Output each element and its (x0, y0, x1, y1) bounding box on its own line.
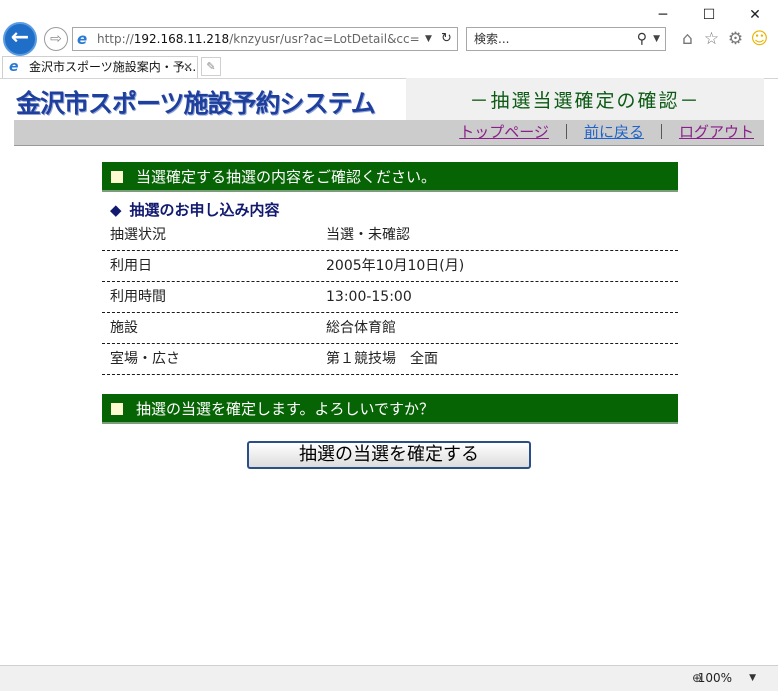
smiley-icon[interactable]: ☺ (750, 28, 769, 50)
link-separator: ｜ (558, 123, 574, 141)
site-logo: 金沢市スポーツ施設予約システム (16, 89, 376, 118)
home-icon[interactable]: ⌂ (678, 28, 697, 50)
confirm-winning-button[interactable]: 抽選の当選を確定する (247, 441, 531, 469)
back-button[interactable]: ← (3, 22, 37, 56)
forward-arrow-icon: ⇨ (50, 31, 62, 47)
search-input[interactable]: 検索... (474, 28, 509, 50)
square-bullet-icon (111, 403, 123, 415)
star-icon[interactable]: ☆ (702, 28, 721, 50)
detail-row-facility: 施設 総合体育館 (102, 313, 678, 344)
url-path: /knzyusr/usr?ac=LotDetail&cc=172010& (229, 32, 421, 46)
detail-label: 施設 (110, 320, 138, 336)
detail-row-usage-date: 利用日 2005年10月10日(月) (102, 251, 678, 282)
tab-title: 金沢市スポーツ施設案内・予... (29, 60, 197, 74)
detail-label: 室場・広さ (110, 351, 180, 367)
section-header-confirm-content: 当選確定する抽選の内容をご確認ください。 (102, 162, 678, 192)
diamond-bullet-icon: ◆ (110, 201, 122, 219)
detail-label: 抽選状況 (110, 227, 166, 243)
section-header-confirm-question: 抽選の当選を確定します。よろしいですか？ (102, 394, 678, 424)
zoom-dropdown-icon[interactable]: ▼ (749, 666, 756, 690)
address-dropdown-icon[interactable]: ▼ (425, 28, 432, 50)
page-title: －抽選当選確定の確認－ (469, 90, 701, 112)
detail-value: 2005年10月10日(月) (326, 258, 465, 274)
detail-label: 利用日 (110, 258, 152, 274)
forward-button[interactable]: ⇨ (44, 27, 68, 51)
ie-logo-icon: e (9, 59, 19, 75)
detail-row-usage-time: 利用時間 13:00-15:00 (102, 282, 678, 313)
new-tab-icon: ✎ (206, 60, 216, 73)
subheading: ◆ 抽選のお申し込み内容 (110, 200, 280, 220)
search-box[interactable]: 検索... ⚲ ▼ (466, 27, 666, 51)
browser-tab[interactable]: e 金沢市スポーツ施設案内・予... ✕ (2, 56, 198, 78)
search-dropdown-icon[interactable]: ▼ (653, 28, 660, 50)
browser-navbar: ← ⇨ e http://192.168.11.218/knzyusr/usr?… (0, 22, 778, 56)
address-url[interactable]: http://192.168.11.218/knzyusr/usr?ac=Lot… (97, 28, 421, 50)
site-logo-area: 金沢市スポーツ施設予約システム (14, 82, 406, 119)
back-link[interactable]: 前に戻る (584, 123, 644, 141)
tab-close-icon[interactable]: ✕ (183, 57, 193, 77)
back-arrow-icon: ← (10, 25, 30, 50)
detail-value: 総合体育館 (326, 320, 396, 336)
link-separator: ｜ (653, 123, 669, 141)
detail-row-room-size: 室場・広さ 第１競技場 全面 (102, 344, 678, 375)
zoom-level[interactable]: 100% (698, 666, 732, 690)
magnifier-icon[interactable]: ⚲ (637, 28, 647, 50)
page-title-area: －抽選当選確定の確認－ (406, 78, 764, 120)
status-bar: ⊕ 100% ▼ (0, 665, 778, 691)
address-bar[interactable]: e http://192.168.11.218/knzyusr/usr?ac=L… (72, 27, 458, 51)
detail-value: 13:00-15:00 (326, 289, 412, 305)
square-bullet-icon (111, 171, 123, 183)
url-host: 192.168.11.218 (133, 32, 230, 46)
link-bar: トップページ ｜ 前に戻る ｜ ログアウト (14, 120, 764, 146)
section-title: 当選確定する抽選の内容をご確認ください。 (136, 168, 437, 186)
nav-links: トップページ ｜ 前に戻る ｜ ログアウト (459, 120, 754, 145)
detail-label: 利用時間 (110, 289, 166, 305)
detail-value: 当選・未確認 (326, 227, 410, 243)
section-title: 抽選の当選を確定します。よろしいですか？ (136, 400, 435, 418)
url-scheme: http:// (97, 32, 134, 46)
new-tab-button[interactable]: ✎ (201, 57, 221, 76)
subheading-text: 抽選のお申し込み内容 (129, 201, 280, 219)
tab-strip: e 金沢市スポーツ施設案内・予... ✕ ✎ (0, 56, 778, 79)
toolbar-icons: ⌂ ☆ ⚙ ☺ (678, 28, 769, 50)
gear-icon[interactable]: ⚙ (726, 28, 745, 50)
ie-logo-icon: e (77, 30, 88, 48)
detail-value: 第１競技場 全面 (326, 351, 438, 367)
refresh-icon[interactable]: ↻ (441, 28, 452, 50)
logout-link[interactable]: ログアウト (679, 123, 754, 141)
detail-row-lottery-status: 抽選状況 当選・未確認 (102, 220, 678, 251)
top-page-link[interactable]: トップページ (459, 123, 549, 141)
